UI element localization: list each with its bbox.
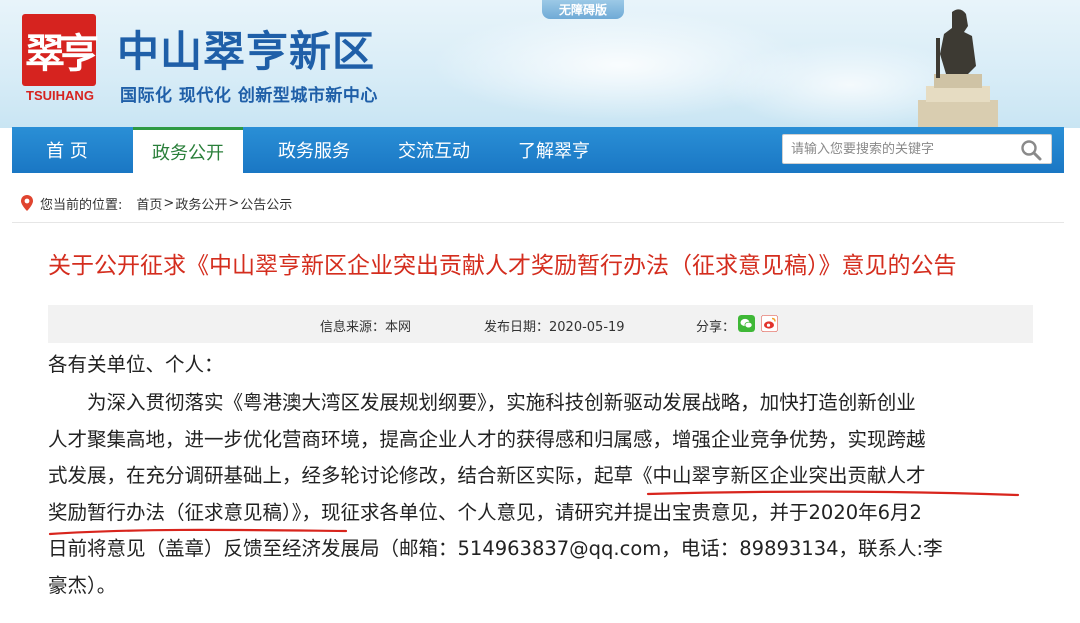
salutation: 各有关单位、个人： (48, 353, 224, 376)
breadcrumb-separator: > (163, 195, 175, 211)
nav-item-about[interactable]: 了解翠亨 (494, 127, 614, 173)
site-header: 翠亨 TSUIHANG 中山翠亨新区 国际化 现代化 创新型城市新中心 无障碍版 (0, 0, 1080, 128)
breadcrumb: 您当前的位置: 首页 > 政务公开 > 公告公示 (20, 192, 292, 214)
highlighted-text: 奖励暂行办法（征求意见稿）》 (48, 500, 302, 524)
article-body: 为深入贯彻落实《粤港澳大湾区发展规划纲要》，实施科技创新驱动发展战略，加快打造创… (48, 385, 1038, 604)
breadcrumb-prefix: 您当前的位置: (40, 197, 123, 213)
body-line: 日前将意见（盖章）反馈至经济发展局（邮箱：514963837@qq.com，电话… (48, 537, 943, 560)
site-logo-text: TSUIHANG (26, 88, 94, 103)
publish-date: 发布日期：2020-05-19 (484, 320, 625, 335)
body-line: 豪杰）。 (48, 573, 117, 597)
wechat-share-icon[interactable] (738, 315, 755, 332)
weibo-share-icon[interactable] (761, 315, 778, 332)
accessible-version-button[interactable]: 无障碍版 (542, 0, 624, 19)
nav-item-government-services[interactable]: 政务服务 (254, 127, 374, 173)
statue-icon (918, 9, 998, 128)
body-text-segment: ，现征求各单位、个人意见，请研究并提出宝贵意见，并于2020年6月2 (301, 500, 922, 524)
site-title: 中山翠亨新区 (117, 27, 376, 76)
nav-item-home[interactable]: 首 页 (12, 127, 122, 173)
body-line: 为深入贯彻落实《粤港澳大湾区发展规划纲要》，实施科技创新驱动发展战略，加快打造创… (48, 391, 916, 414)
body-line: 式发展，在充分调研基础上，经多轮讨论修改，结合新区实际，起草《中山翠亨新区企业突… (48, 458, 1038, 495)
site-slogan: 国际化 现代化 创新型城市新中心 (120, 86, 378, 106)
info-source: 信息来源：本网 (320, 320, 412, 335)
site-logo[interactable]: 翠亨 (22, 14, 99, 86)
breadcrumb-announcements[interactable]: 公告公示 (240, 194, 292, 213)
search-icon[interactable] (1019, 138, 1043, 162)
body-line: 人才聚集高地，进一步优化营商环境，提高企业人才的获得感和归属感，增强企业竞争优势… (48, 427, 926, 451)
share-label: 分享： (696, 320, 736, 335)
nav-item-interaction[interactable]: 交流互动 (374, 127, 494, 173)
search-input[interactable] (783, 135, 1011, 163)
search-box (782, 134, 1052, 164)
article-title: 关于公开征求《中山翠亨新区企业突出贡献人才奖励暂行办法（征求意见稿）》意见的公告 (48, 253, 957, 279)
highlighted-text: 起草《中山翠亨新区企业突出贡献人才 (594, 464, 926, 487)
breadcrumb-home[interactable]: 首页 (136, 194, 162, 213)
body-text-segment: 式发展，在充分调研基础上，经多轮讨论修改，结合新区实际， (48, 464, 595, 487)
breadcrumb-government-affairs[interactable]: 政务公开 (175, 194, 227, 213)
divider (12, 222, 1064, 223)
article-meta-bar: 信息来源：本网 发布日期：2020-05-19 分享： (48, 305, 1033, 343)
breadcrumb-separator: > (228, 195, 240, 211)
nav-item-government-affairs[interactable]: 政务公开 (133, 127, 243, 173)
location-pin-icon (21, 195, 33, 211)
body-line: 奖励暂行办法（征求意见稿）》，现征求各单位、个人意见，请研究并提出宝贵意见，并于… (48, 495, 1038, 532)
